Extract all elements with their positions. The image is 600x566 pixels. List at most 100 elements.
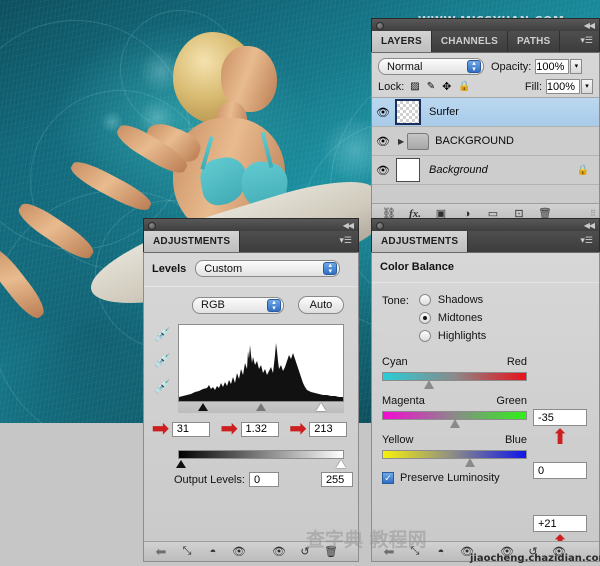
slider-knob-cyan-red[interactable]	[423, 380, 434, 389]
panel-close-icon[interactable]	[148, 221, 156, 230]
set-white-point-icon[interactable]: 💉	[154, 379, 178, 395]
radio-midtones-icon[interactable]	[418, 312, 431, 324]
layer-name-background-group[interactable]: BACKGROUND	[435, 135, 514, 147]
collapse-panel-icon[interactable]: ◀◀	[584, 221, 595, 230]
levels-input-shadow[interactable]: 31	[171, 421, 210, 437]
view-previous-state-icon[interactable]: 👁	[494, 545, 520, 558]
slider-yellow-blue[interactable]	[382, 450, 527, 467]
slider-knob-yellow-blue[interactable]	[465, 458, 476, 467]
return-to-adjustment-list-icon[interactable]: ⬅	[148, 544, 174, 560]
panel-menu-icon[interactable]: ▾☰	[339, 236, 352, 245]
color-balance-panel-body: Color Balance Tone: Shadows Midtones Hig…	[371, 252, 600, 562]
opacity-input[interactable]: 100%	[535, 59, 570, 74]
levels-preset-value: Custom	[204, 262, 243, 275]
reset-icon[interactable]: ↺	[292, 545, 318, 558]
value-yellow-blue[interactable]: +21	[533, 515, 587, 532]
layer-visibility-toggle[interactable]: 👁	[372, 106, 394, 119]
output-black-input[interactable]: 0	[248, 472, 279, 487]
levels-toolbar: ⬅ ⤡ ◓ 👁 👁 ↺ 🗑	[144, 541, 358, 561]
levels-channel-select[interactable]: RGB ▴ ▾	[192, 296, 284, 314]
lock-all-icon[interactable]: 🔒	[458, 81, 470, 92]
clip-to-layer-icon[interactable]: ⤡	[402, 545, 428, 558]
chevron-updown-icon[interactable]: ▴ ▾	[323, 262, 338, 275]
fill-dropdown-icon[interactable]: ▾	[581, 79, 593, 94]
set-black-point-icon[interactable]: 💉	[154, 327, 178, 343]
collapse-panel-icon[interactable]: ◀◀	[343, 221, 354, 230]
levels-preset-select[interactable]: Custom ▴ ▾	[195, 260, 341, 277]
collapse-panel-icon[interactable]: ◀◀	[584, 21, 595, 30]
tab-paths[interactable]: PATHS	[508, 31, 561, 52]
tone-option-highlights[interactable]: Highlights	[418, 330, 486, 342]
levels-white-point-slider[interactable]	[316, 403, 326, 411]
preview-eye-icon[interactable]: 👁	[226, 545, 252, 558]
layer-thumbnail[interactable]	[396, 158, 420, 182]
levels-midtone-slider[interactable]	[256, 403, 266, 411]
panel-menu-icon[interactable]: ▾☰	[580, 36, 593, 45]
radio-shadows-icon[interactable]	[418, 294, 431, 306]
output-white-slider[interactable]	[336, 460, 346, 468]
tone-option-midtones[interactable]: Midtones	[418, 312, 486, 324]
levels-black-point-slider[interactable]	[198, 403, 208, 411]
toggle-mask-icon[interactable]: ◓	[428, 546, 454, 558]
color-balance-panel-titlebar[interactable]: ◀◀	[371, 218, 600, 231]
slider-cyan-red[interactable]	[382, 372, 527, 389]
resize-grip-icon[interactable]: ⠿	[590, 209, 596, 218]
layer-visibility-toggle[interactable]: 👁	[372, 135, 394, 148]
preserve-luminosity-checkbox[interactable]: ✓	[382, 472, 394, 484]
layer-name-background[interactable]: Background	[429, 164, 488, 176]
red-arrow-cyan-red: ⬆	[551, 426, 569, 449]
layer-row-background-group[interactable]: 👁 ▶ BACKGROUND	[372, 127, 599, 156]
layer-thumbnail[interactable]	[395, 99, 421, 125]
lock-image-icon[interactable]: ✎	[427, 81, 435, 92]
preview-eye-icon[interactable]: 👁	[454, 545, 480, 558]
levels-adjustments-panel: ◀◀ ADJUSTMENTS ▾☰ Levels Custom ▴ ▾ RGB ▴…	[143, 218, 359, 562]
tab-layers[interactable]: LAYERS	[372, 31, 432, 52]
folder-icon	[407, 132, 430, 150]
panel-close-icon[interactable]	[376, 221, 384, 230]
radio-highlights-icon[interactable]	[418, 330, 431, 342]
opacity-dropdown-icon[interactable]: ▾	[570, 59, 583, 74]
reset-icon[interactable]: ↺	[520, 545, 546, 558]
lock-position-icon[interactable]: ✥	[442, 80, 451, 93]
tab-adjustments[interactable]: ADJUSTMENTS	[144, 231, 241, 252]
value-cyan-red[interactable]: -35	[533, 409, 587, 426]
return-to-adjustment-list-icon[interactable]: ⬅	[376, 544, 402, 560]
expand-group-chevron-icon[interactable]: ▶	[398, 137, 404, 146]
levels-auto-button[interactable]: Auto	[298, 296, 344, 314]
levels-output-markers	[176, 459, 346, 469]
tab-adjustments[interactable]: ADJUSTMENTS	[372, 231, 469, 252]
levels-panel-body: Levels Custom ▴ ▾ RGB ▴ ▾ Auto 💉 💉 💉 ➡ 3…	[143, 252, 359, 562]
toggle-mask-icon[interactable]: ◓	[200, 546, 226, 558]
levels-input-highlight[interactable]: 213	[309, 421, 348, 437]
set-gray-point-icon[interactable]: 💉	[154, 353, 178, 369]
layers-panel-titlebar[interactable]: ◀◀	[371, 18, 600, 31]
layer-visibility-toggle[interactable]: 👁	[372, 164, 394, 177]
view-previous-state-icon[interactable]: 👁	[266, 545, 292, 558]
chevron-updown-icon[interactable]: ▴ ▾	[267, 298, 281, 312]
panel-close-icon[interactable]	[376, 21, 384, 30]
layer-name-surfer[interactable]: Surfer	[429, 106, 459, 118]
value-magenta-green[interactable]: 0	[533, 462, 587, 479]
fill-input[interactable]: 100%	[546, 79, 580, 94]
lock-transparency-icon[interactable]: ▨	[410, 81, 419, 92]
clip-to-layer-icon[interactable]: ⤡	[174, 545, 200, 558]
tab-channels[interactable]: CHANNELS	[432, 31, 509, 52]
levels-input-midtone[interactable]: 1.32	[240, 421, 279, 437]
layer-row-surfer[interactable]: 👁 Surfer	[372, 98, 599, 127]
delete-adjustment-icon[interactable]: 🗑	[318, 545, 344, 558]
blend-mode-select[interactable]: Normal ▴ ▾	[378, 58, 484, 75]
panel-menu-icon[interactable]: ▾☰	[580, 236, 593, 245]
delete-adjustment-icon[interactable]: 👁	[546, 545, 572, 558]
preserve-luminosity-label: Preserve Luminosity	[400, 472, 500, 484]
layer-row-background[interactable]: 👁 Background 🔒	[372, 156, 599, 185]
output-white-input[interactable]: 255	[320, 472, 353, 487]
slider-knob-magenta-green[interactable]	[449, 419, 460, 428]
slider-magenta-green[interactable]	[382, 411, 527, 428]
levels-panel-titlebar[interactable]: ◀◀	[143, 218, 359, 231]
levels-slider-track	[178, 402, 344, 413]
output-black-slider[interactable]	[176, 460, 186, 468]
tone-option-shadows[interactable]: Shadows	[418, 294, 486, 306]
color-balance-panel-tabs: ADJUSTMENTS ▾☰	[371, 231, 600, 252]
layers-list: 👁 Surfer 👁 ▶ BACKGROUND 👁 Background 🔒	[372, 97, 599, 185]
chevron-updown-icon[interactable]: ▴ ▾	[467, 60, 481, 73]
